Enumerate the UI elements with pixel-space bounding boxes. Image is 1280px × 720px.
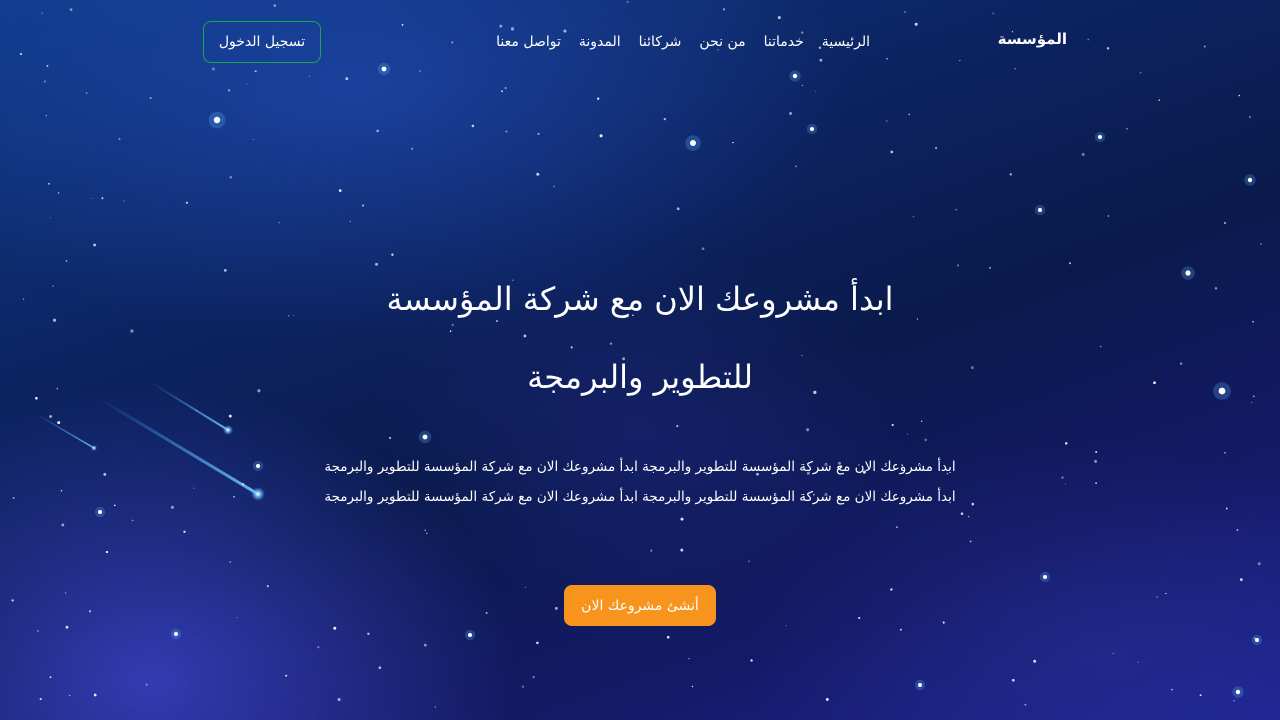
nav-item-home: الرئيسية xyxy=(822,31,870,50)
nav-link-blog[interactable]: المدونة xyxy=(579,34,621,50)
nav-item-contact: تواصل معنا xyxy=(496,31,561,50)
nav-item-about: من نحن xyxy=(699,31,745,50)
nav-link-contact[interactable]: تواصل معنا xyxy=(496,34,561,50)
hero-title-line-1: ابدأ مشروعك الان مع شركة المؤسسة xyxy=(386,280,894,318)
nav-item-partners: شركائنا xyxy=(639,31,682,50)
hero-title-line-2: للتطوير والبرمجة xyxy=(527,358,753,396)
nav-link-about[interactable]: من نحن xyxy=(699,34,745,50)
nav-item-blog: المدونة xyxy=(579,31,621,50)
brand-logo[interactable]: المؤسسة xyxy=(998,30,1067,48)
nav-item-services: خدماتنا xyxy=(764,31,804,50)
nav-link-home[interactable]: الرئيسية xyxy=(822,34,870,50)
login-button[interactable]: تسجيل الدخول xyxy=(203,21,321,63)
hero-title: ابدأ مشروعك الان مع شركة المؤسسة للتطوير… xyxy=(290,260,990,416)
hero-section: المؤسسة الرئيسية خدماتنا من نحن شركائنا … xyxy=(0,0,1280,720)
nav-links: الرئيسية خدماتنا من نحن شركائنا المدونة … xyxy=(496,31,870,50)
shooting-stars xyxy=(35,381,265,501)
start-project-button[interactable]: أنشئ مشروعك الان xyxy=(564,585,716,626)
nav-link-services[interactable]: خدماتنا xyxy=(764,34,804,50)
top-navbar: المؤسسة الرئيسية خدماتنا من نحن شركائنا … xyxy=(0,0,1280,86)
nav-link-partners[interactable]: شركائنا xyxy=(639,34,682,50)
hero-description: ابدأ مشروعك الان مع شركة المؤسسة للتطوير… xyxy=(324,459,956,505)
